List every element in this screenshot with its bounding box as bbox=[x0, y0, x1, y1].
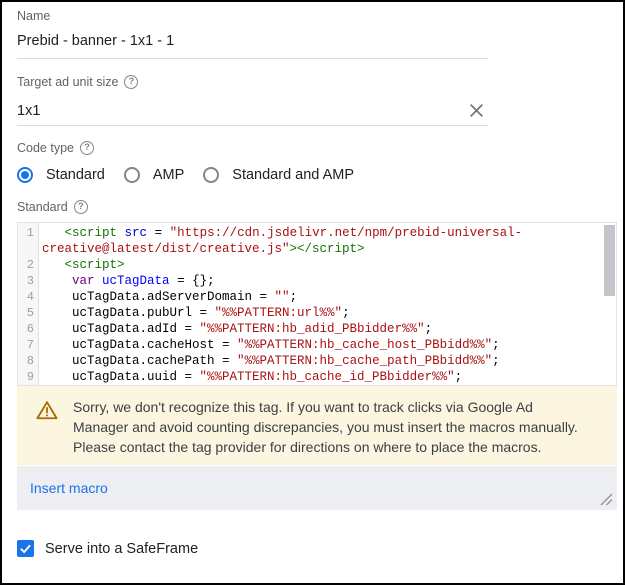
radio-icon bbox=[203, 167, 219, 183]
radio-icon bbox=[17, 167, 33, 183]
code-type-label: Code type ? bbox=[17, 141, 617, 155]
code-line: 4 ucTagData.adServerDomain = ""; bbox=[18, 289, 616, 305]
radio-standard[interactable]: Standard bbox=[17, 167, 105, 183]
code-editor[interactable]: 1 <script src = "https://cdn.jsdelivr.ne… bbox=[17, 222, 617, 386]
code-type-options: Standard AMP Standard and AMP bbox=[17, 167, 617, 183]
check-icon bbox=[19, 542, 32, 555]
name-field: Name Prebid - banner - 1x1 - 1 bbox=[17, 9, 617, 59]
line-number: 6 bbox=[18, 321, 39, 337]
name-input[interactable]: Prebid - banner - 1x1 - 1 bbox=[17, 33, 488, 59]
line-number: 5 bbox=[18, 305, 39, 321]
code-line: 6 ucTagData.adId = "%%PATTERN:hb_adid_PB… bbox=[18, 321, 616, 337]
target-size-input[interactable]: 1x1 bbox=[17, 102, 488, 126]
radio-amp[interactable]: AMP bbox=[124, 167, 184, 183]
safeframe-label: Serve into a SafeFrame bbox=[45, 541, 198, 557]
tag-warning-banner: Sorry, we don't recognize this tag. If y… bbox=[17, 386, 617, 465]
line-number: 7 bbox=[18, 337, 39, 353]
safeframe-row: Serve into a SafeFrame bbox=[17, 540, 617, 557]
code-content[interactable]: 1 <script src = "https://cdn.jsdelivr.ne… bbox=[18, 225, 616, 385]
code-line: 8 ucTagData.cachePath = "%%PATTERN:hb_ca… bbox=[18, 353, 616, 369]
code-line: 1 <script src = "https://cdn.jsdelivr.ne… bbox=[18, 225, 616, 241]
standard-code-section: Standard ? 1 <script src = "https://cdn.… bbox=[17, 200, 617, 510]
radio-standard-label: Standard bbox=[46, 167, 105, 183]
line-number bbox=[18, 241, 39, 257]
target-size-value: 1x1 bbox=[17, 103, 40, 119]
code-type-label-text: Code type bbox=[17, 141, 74, 155]
radio-standard-and-amp-label: Standard and AMP bbox=[232, 167, 354, 183]
target-size-label: Target ad unit size ? bbox=[17, 75, 617, 89]
warning-message: Sorry, we don't recognize this tag. If y… bbox=[73, 397, 578, 457]
line-number: 8 bbox=[18, 353, 39, 369]
safeframe-checkbox[interactable] bbox=[17, 540, 34, 557]
code-line: creative@latest/dist/creative.js"></scri… bbox=[18, 241, 616, 257]
tag-editor: 1 <script src = "https://cdn.jsdelivr.ne… bbox=[17, 222, 617, 510]
radio-amp-label: AMP bbox=[153, 167, 184, 183]
code-type-field: Code type ? Standard AMP Standard and AM… bbox=[17, 141, 617, 183]
code-line: 9 ucTagData.uuid = "%%PATTERN:hb_cache_i… bbox=[18, 369, 616, 385]
editor-footer: Insert macro bbox=[17, 465, 617, 510]
line-number: 3 bbox=[18, 273, 39, 289]
code-line: 7 ucTagData.cacheHost = "%%PATTERN:hb_ca… bbox=[18, 337, 616, 353]
code-line: 2 <script> bbox=[18, 257, 616, 273]
help-icon[interactable]: ? bbox=[80, 141, 94, 155]
close-icon bbox=[468, 102, 485, 119]
target-size-field: Target ad unit size ? 1x1 bbox=[17, 75, 617, 126]
standard-label: Standard ? bbox=[17, 200, 617, 214]
name-input-value: Prebid - banner - 1x1 - 1 bbox=[17, 33, 174, 49]
standard-label-text: Standard bbox=[17, 200, 68, 214]
line-number: 4 bbox=[18, 289, 39, 305]
name-label: Name bbox=[17, 9, 617, 23]
insert-macro-link[interactable]: Insert macro bbox=[30, 480, 108, 496]
radio-standard-and-amp[interactable]: Standard and AMP bbox=[203, 167, 354, 183]
warning-icon bbox=[36, 400, 58, 420]
name-label-text: Name bbox=[17, 9, 50, 23]
line-number: 1 bbox=[18, 225, 39, 241]
target-size-label-text: Target ad unit size bbox=[17, 75, 118, 89]
clear-button[interactable] bbox=[468, 102, 485, 119]
vertical-scrollbar[interactable] bbox=[604, 225, 615, 296]
line-number: 2 bbox=[18, 257, 39, 273]
code-line: 5 ucTagData.pubUrl = "%%PATTERN:url%%"; bbox=[18, 305, 616, 321]
code-line: 3 var ucTagData = {}; bbox=[18, 273, 616, 289]
line-number: 9 bbox=[18, 369, 39, 385]
help-icon[interactable]: ? bbox=[124, 75, 138, 89]
help-icon[interactable]: ? bbox=[74, 200, 88, 214]
resize-handle-icon[interactable] bbox=[600, 493, 613, 506]
radio-icon bbox=[124, 167, 140, 183]
